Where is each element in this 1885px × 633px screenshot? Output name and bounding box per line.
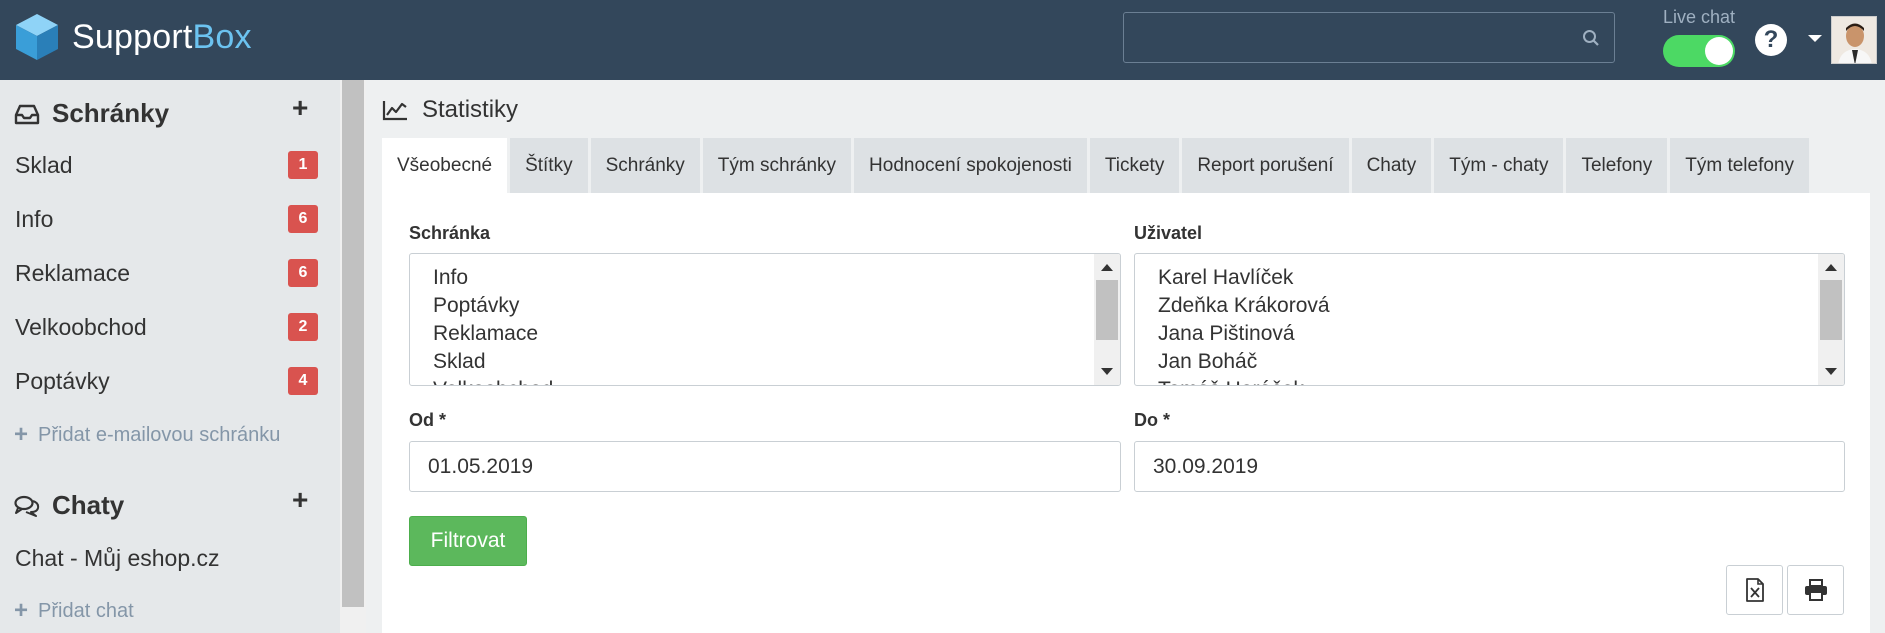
add-chat-label: Přidat chat (38, 599, 134, 622)
user-option[interactable]: Jan Boháč (1158, 350, 1257, 374)
toggle-knob (1705, 37, 1733, 65)
mailbox-list-scrollbar[interactable] (1094, 254, 1120, 385)
add-chat-link[interactable]: + Přidat chat (14, 597, 134, 625)
scrollbar-thumb[interactable] (1820, 280, 1842, 340)
plus-icon: + (14, 597, 29, 624)
mailbox-option[interactable]: Sklad (433, 350, 486, 374)
tab-team-chats[interactable]: Tým - chaty (1434, 138, 1564, 193)
date-to-input[interactable] (1135, 442, 1844, 491)
avatar[interactable] (1831, 16, 1877, 64)
live-chat-label: Live chat (1663, 7, 1736, 27)
user-list-scrollbar[interactable] (1818, 254, 1844, 385)
sidebar-item-reklamace[interactable]: Reklamace (15, 260, 130, 287)
tab-team-mailboxes[interactable]: Tým schránky (702, 138, 852, 193)
mailbox-multiselect[interactable]: Info Poptávky Reklamace Sklad Velkoobcho… (409, 253, 1121, 386)
add-mailbox-label: Přidat e-mailovou schránku (38, 423, 281, 446)
unread-badge: 6 (288, 259, 318, 287)
user-option[interactable]: Zdeňka Krákorová (1158, 294, 1330, 318)
scroll-down-icon[interactable] (1101, 368, 1113, 375)
sidebar-scrollbar[interactable] (340, 80, 366, 633)
user-label: Uživatel (1134, 223, 1203, 243)
sidebar-item-velkoobchod[interactable]: Velkoobchod (15, 314, 147, 341)
tab-bar: Všeobecné Štítky Schránky Tým schránky H… (382, 138, 1812, 193)
tab-violation-report[interactable]: Report porušení (1182, 138, 1349, 193)
line-chart-icon (382, 101, 407, 121)
user-option[interactable]: Tomáš Horáček (1158, 378, 1304, 385)
avatar-image (1832, 17, 1876, 63)
scroll-up-icon[interactable] (1101, 264, 1113, 271)
sidebar-item-chat-eshop[interactable]: Chat - Můj eshop.cz (15, 545, 220, 572)
export-excel-button[interactable] (1726, 565, 1783, 615)
unread-badge: 2 (288, 313, 318, 341)
user-menu-caret-icon[interactable] (1808, 35, 1822, 42)
tab-chats[interactable]: Chaty (1351, 138, 1432, 193)
unread-badge: 6 (288, 205, 318, 233)
user-option[interactable]: Jana Pištinová (1158, 322, 1295, 346)
search-input[interactable] (1124, 13, 1614, 62)
sidebar-item-sklad[interactable]: Sklad (15, 152, 73, 179)
date-from-label: Od * (409, 410, 447, 430)
print-icon (1804, 579, 1827, 601)
mailboxes-title: Schránky (52, 98, 170, 128)
mailbox-label: Schránka (409, 223, 491, 243)
unread-badge: 1 (288, 151, 318, 179)
scroll-down-icon[interactable] (1825, 368, 1837, 375)
tab-tags[interactable]: Štítky (510, 138, 588, 193)
chats-title: Chaty (52, 490, 125, 520)
mailbox-option[interactable]: Velkoobchod (433, 378, 553, 385)
tab-general[interactable]: Všeobecné (382, 138, 508, 193)
date-from-field[interactable] (409, 441, 1121, 492)
sidebar-item-info[interactable]: Info (15, 206, 53, 233)
page-title: Statistiky (382, 96, 518, 124)
scrollbar-thumb[interactable] (1096, 280, 1118, 340)
mailboxes-heading: Schránky (14, 98, 169, 129)
add-mailbox-plus-icon[interactable]: + (292, 94, 308, 122)
mailbox-option[interactable]: Info (433, 266, 468, 290)
search-icon[interactable] (1582, 29, 1600, 47)
excel-file-icon (1745, 578, 1764, 602)
tab-mailboxes[interactable]: Schránky (590, 138, 700, 193)
logo-cube-icon (16, 14, 58, 60)
tab-satisfaction-rating[interactable]: Hodnocení spokojenosti (854, 138, 1087, 193)
tab-tickets[interactable]: Tickety (1089, 138, 1180, 193)
help-icon[interactable]: ? (1755, 24, 1787, 56)
tab-phones[interactable]: Telefony (1566, 138, 1668, 193)
search-box[interactable] (1123, 12, 1615, 63)
live-chat-toggle[interactable] (1663, 35, 1735, 67)
add-mailbox-link[interactable]: + Přidat e-mailovou schránku (14, 421, 280, 449)
tab-team-phones[interactable]: Tým telefony (1670, 138, 1809, 193)
sidebar-scrollbar-thumb[interactable] (342, 80, 364, 607)
date-to-label: Do * (1134, 410, 1170, 430)
sidebar-item-poptavky[interactable]: Poptávky (15, 368, 110, 395)
scroll-up-icon[interactable] (1825, 264, 1837, 271)
add-chat-plus-icon[interactable]: + (292, 486, 308, 514)
user-option[interactable]: Karel Havlíček (1158, 266, 1293, 290)
chat-bubbles-icon (14, 495, 40, 517)
plus-icon: + (14, 421, 29, 448)
user-multiselect[interactable]: Karel Havlíček Zdeňka Krákorová Jana Piš… (1134, 253, 1845, 386)
print-button[interactable] (1787, 565, 1844, 615)
chats-heading: Chaty (14, 490, 124, 521)
filter-button[interactable]: Filtrovat (409, 516, 527, 566)
mailbox-option[interactable]: Reklamace (433, 322, 538, 346)
inbox-icon (14, 104, 40, 124)
date-from-input[interactable] (410, 442, 1120, 491)
top-bar: SupportBox Live chat ? (0, 0, 1885, 80)
logo-text: SupportBox (72, 17, 252, 56)
page-title-text: Statistiky (422, 96, 519, 123)
logo[interactable]: SupportBox (14, 12, 252, 62)
unread-badge: 4 (288, 367, 318, 395)
mailbox-option[interactable]: Poptávky (433, 294, 519, 318)
date-to-field[interactable] (1134, 441, 1845, 492)
